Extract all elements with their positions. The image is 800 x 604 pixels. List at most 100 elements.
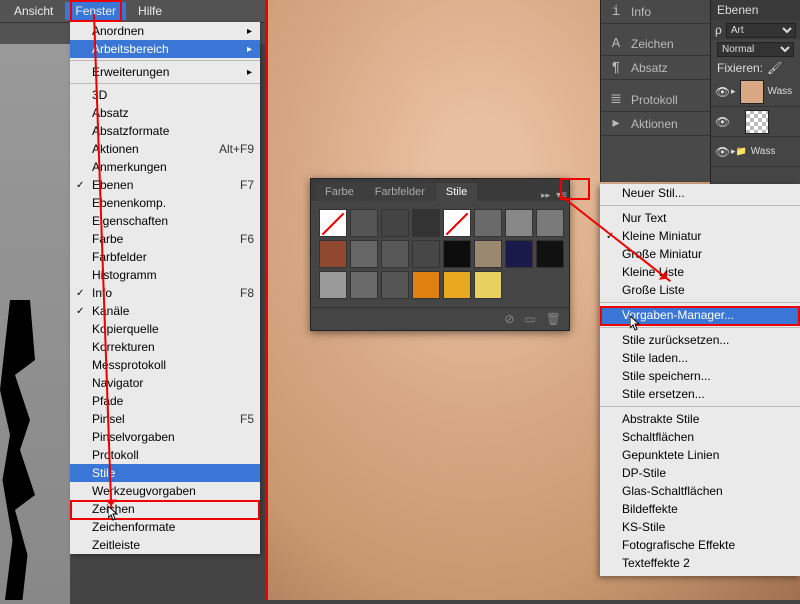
layers-tab[interactable]: Ebenen [711, 0, 800, 20]
flyout-item-fotografische-effekte[interactable]: Fotografische Effekte [600, 536, 800, 554]
style-swatch[interactable] [350, 209, 378, 237]
menu-item-pinselvorgaben[interactable]: Pinselvorgaben [70, 428, 260, 446]
layer-row[interactable]: 👁▸Wass [711, 77, 800, 107]
menu-item-eigenschaften[interactable]: Eigenschaften [70, 212, 260, 230]
panel-icon: ≣ [609, 91, 623, 108]
flyout-item-abstrakte-stile[interactable]: Abstrakte Stile [600, 410, 800, 428]
menu-item-navigator[interactable]: Navigator [70, 374, 260, 392]
lock-brush-icon[interactable]: 🖌 [767, 61, 782, 75]
flyout-item-vorgaben-manager-[interactable]: Vorgaben-Manager... [600, 306, 800, 324]
layer-visibility-icon[interactable]: 👁 [715, 85, 727, 99]
flyout-item-dp-stile[interactable]: DP-Stile [600, 464, 800, 482]
style-swatch[interactable] [319, 240, 347, 268]
menu-item-arbeitsbereich[interactable]: Arbeitsbereich [70, 40, 260, 58]
panel-label: Aktionen [631, 117, 678, 131]
menu-item-erweiterungen[interactable]: Erweiterungen [70, 63, 260, 81]
style-swatch[interactable] [319, 209, 347, 237]
menu-item-protokoll[interactable]: Protokoll [70, 446, 260, 464]
menu-item-zeichen[interactable]: Zeichen [70, 500, 260, 518]
flyout-item-kleine-miniatur[interactable]: ✓Kleine Miniatur [600, 227, 800, 245]
menu-item-kan-le[interactable]: ✓Kanäle [70, 302, 260, 320]
menu-item-farbfelder[interactable]: Farbfelder [70, 248, 260, 266]
flyout-item-neuer-stil-[interactable]: Neuer Stil... [600, 184, 800, 202]
panel-label: Zeichen [631, 37, 674, 51]
style-swatch[interactable] [505, 209, 533, 237]
flyout-item-nur-text[interactable]: Nur Text [600, 209, 800, 227]
flyout-item-bildeffekte[interactable]: Bildeffekte [600, 500, 800, 518]
panel-tab-farbfelder[interactable]: Farbfelder [365, 183, 435, 201]
layers-panel: Ebenen ρ Art Normal Fixieren:🖌 👁▸Wass👁👁▸… [710, 0, 800, 200]
menu-item-3d[interactable]: 3D [70, 86, 260, 104]
lock-label: Fixieren: [717, 61, 763, 75]
panel-footer-icon[interactable]: ▭ [524, 312, 535, 326]
flyout-item-texteffekte-2[interactable]: Texteffekte 2 [600, 554, 800, 572]
panel-label: Absatz [631, 61, 668, 75]
menu-item-info[interactable]: ✓InfoF8 [70, 284, 260, 302]
style-swatch[interactable] [536, 209, 564, 237]
layer-row[interactable]: 👁▸📁Wass [711, 137, 800, 167]
panel-icon: ¶ [609, 60, 623, 76]
style-swatch[interactable] [381, 240, 409, 268]
style-swatch[interactable] [412, 209, 440, 237]
menu-item-zeichenformate[interactable]: Zeichenformate [70, 518, 260, 536]
panel-tab-stile[interactable]: Stile [436, 183, 477, 201]
flyout-item-ks-stile[interactable]: KS-Stile [600, 518, 800, 536]
layer-visibility-icon[interactable]: 👁 [715, 145, 727, 159]
style-swatch[interactable] [536, 240, 564, 268]
layer-visibility-icon[interactable]: 👁 [715, 115, 727, 129]
style-swatch[interactable] [443, 209, 471, 237]
menu-item-histogramm[interactable]: Histogramm [70, 266, 260, 284]
menu-item-kopierquelle[interactable]: Kopierquelle [70, 320, 260, 338]
menu-item-farbe[interactable]: FarbeF6 [70, 230, 260, 248]
menubar-item-fenster[interactable]: Fenster [65, 2, 126, 20]
flyout-item-kleine-liste[interactable]: Kleine Liste [600, 263, 800, 281]
panel-tab-farbe[interactable]: Farbe [315, 183, 364, 201]
layer-thumbnail [745, 110, 769, 134]
menu-item-messprotokoll[interactable]: Messprotokoll [70, 356, 260, 374]
menubar-item-hilfe[interactable]: Hilfe [128, 2, 172, 20]
style-swatch[interactable] [474, 271, 502, 299]
style-swatch[interactable] [443, 271, 471, 299]
styles-panel-tabs: FarbeFarbfelderStile ▸▸ ▾≡ [311, 179, 569, 201]
panel-label: Protokoll [631, 93, 678, 107]
flyout-item-stile-speichern-[interactable]: Stile speichern... [600, 367, 800, 385]
style-swatch[interactable] [319, 271, 347, 299]
layer-row[interactable]: 👁 [711, 107, 800, 137]
menu-item-pinsel[interactable]: PinselF5 [70, 410, 260, 428]
panel-footer-icon[interactable]: 🗑 [546, 312, 561, 326]
layer-kind-select[interactable]: Art [726, 23, 796, 38]
style-swatch[interactable] [474, 240, 502, 268]
menubar-item-ansicht[interactable]: Ansicht [4, 2, 63, 20]
menu-item-pfade[interactable]: Pfade [70, 392, 260, 410]
flyout-item-schaltfl-chen[interactable]: Schaltflächen [600, 428, 800, 446]
panel-expand-icon[interactable]: ▸▸ [541, 190, 550, 201]
flyout-item-glas-schaltfl-chen[interactable]: Glas-Schaltflächen [600, 482, 800, 500]
menu-item-werkzeugvorgaben[interactable]: Werkzeugvorgaben [70, 482, 260, 500]
panel-icon: i [609, 4, 623, 20]
panel-footer-icon[interactable]: ⊘ [504, 312, 514, 326]
style-swatch[interactable] [443, 240, 471, 268]
layer-name: Wass [768, 86, 793, 97]
style-swatch[interactable] [350, 271, 378, 299]
flyout-item-stile-laden-[interactable]: Stile laden... [600, 349, 800, 367]
style-swatch[interactable] [381, 271, 409, 299]
layer-thumbnail [740, 80, 764, 104]
style-swatch[interactable] [474, 209, 502, 237]
style-swatch[interactable] [505, 240, 533, 268]
menu-item-stile[interactable]: Stile [70, 464, 260, 482]
style-swatch[interactable] [350, 240, 378, 268]
styles-swatch-grid [311, 201, 569, 307]
menu-item-korrekturen[interactable]: Korrekturen [70, 338, 260, 356]
style-swatch[interactable] [381, 209, 409, 237]
blend-mode-select[interactable]: Normal [717, 42, 794, 57]
menu-item-zeitleiste[interactable]: Zeitleiste [70, 536, 260, 554]
style-swatch[interactable] [412, 271, 440, 299]
flyout-item-gro-e-liste[interactable]: Große Liste [600, 281, 800, 299]
flyout-item-stile-zur-cksetzen-[interactable]: Stile zurücksetzen... [600, 331, 800, 349]
style-swatch[interactable] [412, 240, 440, 268]
flyout-item-stile-ersetzen-[interactable]: Stile ersetzen... [600, 385, 800, 403]
menu-item-anordnen[interactable]: Anordnen [70, 22, 260, 40]
flyout-item-gepunktete-linien[interactable]: Gepunktete Linien [600, 446, 800, 464]
annotation-divider [265, 0, 268, 600]
panel-icon: A [609, 36, 623, 52]
